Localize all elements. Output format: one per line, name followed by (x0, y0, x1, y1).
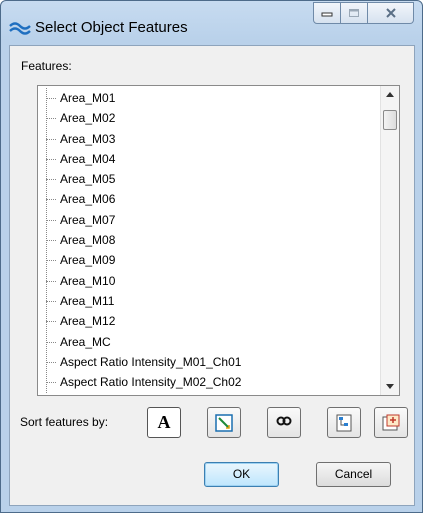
features-label: Features: (21, 59, 72, 73)
list-item[interactable]: Aspect Ratio Intensity_M01_Ch01 (38, 352, 381, 372)
list-item[interactable]: Area_M04 (38, 149, 381, 169)
title-bar[interactable]: Select Object Features (1, 1, 422, 45)
caption-buttons (313, 2, 414, 26)
sort-link-icon (276, 416, 292, 425)
dialog-body: Features: Area_M01 Area_M02 Area_M03 Are… (9, 45, 415, 506)
minimize-icon (321, 12, 333, 17)
sort-category-icon (336, 414, 352, 431)
sort-link-button[interactable] (267, 407, 301, 438)
features-tree-list[interactable]: Area_M01 Area_M02 Area_M03 Area_M04 Area… (37, 85, 400, 396)
features-items: Area_M01 Area_M02 Area_M03 Area_M04 Area… (38, 88, 381, 392)
ok-button[interactable]: OK (204, 462, 279, 487)
list-item[interactable]: Area_M02 (38, 108, 381, 128)
close-button[interactable] (368, 2, 414, 24)
sort-image-icon (215, 413, 233, 432)
list-item[interactable]: Area_M11 (38, 291, 381, 311)
arrow-up-icon (386, 92, 394, 97)
list-item[interactable]: Area_M07 (38, 210, 381, 230)
minimize-button[interactable] (313, 2, 341, 24)
scroll-thumb[interactable] (383, 110, 397, 130)
maximize-button[interactable] (341, 2, 368, 24)
sort-features-label: Sort features by: (20, 415, 109, 429)
list-item[interactable]: Area_M05 (38, 169, 381, 189)
list-item[interactable]: Aspect Ratio Intensity_M02_Ch02 (38, 372, 381, 392)
list-item[interactable]: Area_M10 (38, 271, 381, 291)
scroll-up-button[interactable] (381, 86, 399, 103)
maximize-icon (349, 9, 359, 17)
scroll-down-button[interactable] (381, 378, 399, 395)
sort-alphabetical-icon: A (157, 412, 171, 432)
sort-alphabetical-button[interactable]: A (147, 407, 181, 438)
list-item[interactable]: Area_MC (38, 332, 381, 352)
window-title: Select Object Features (35, 19, 188, 36)
wave-app-icon (9, 22, 31, 35)
cancel-button[interactable]: Cancel (316, 462, 391, 487)
sort-tabs-button[interactable] (374, 407, 408, 438)
dialog-window: Select Object Features Features: Area_M0… (0, 0, 423, 513)
list-item[interactable]: Area_M12 (38, 311, 381, 331)
sort-image-button[interactable] (207, 407, 241, 438)
sort-tabs-icon (382, 414, 400, 430)
arrow-down-icon (386, 384, 394, 389)
list-item[interactable]: Area_M01 (38, 88, 381, 108)
list-item[interactable]: Area_M09 (38, 250, 381, 270)
sort-category-button[interactable] (327, 407, 361, 438)
list-item[interactable]: Area_M06 (38, 189, 381, 209)
list-item[interactable]: Area_M03 (38, 129, 381, 149)
list-item[interactable]: Area_M08 (38, 230, 381, 250)
vertical-scrollbar[interactable] (380, 86, 399, 395)
close-icon (385, 8, 396, 18)
